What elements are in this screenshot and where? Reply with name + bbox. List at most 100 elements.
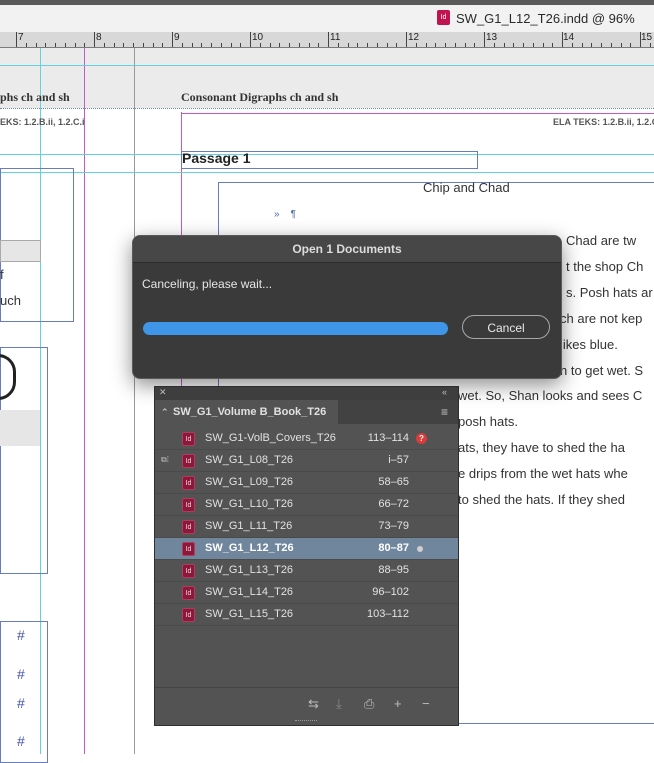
open-documents-dialog: Open 1 Documents Canceling, please wait.… [132,235,562,379]
document-page-range: 103–112 [366,608,409,620]
ruler-tick [474,43,476,47]
ruler-tick [308,43,310,47]
add-document-icon[interactable]: + [394,696,402,711]
story-line[interactable]: ats, they have to shed the ha [458,440,625,455]
document-page-range: 58–65 [378,476,409,488]
story-line[interactable]: posh hats. [458,414,518,429]
indesign-document-icon: Id [182,542,195,556]
book-document-row[interactable]: Id SW_G1_L09_T26 58–65 [155,472,458,494]
story-line[interactable]: t the shop Ch [566,259,643,274]
ruler-tick [493,43,495,47]
ruler-label: 15 [641,32,653,43]
close-icon[interactable]: ✕ [159,387,167,398]
document-name: SW_G1_L09_T26 [205,476,294,488]
story-title[interactable]: Chip and Chad [423,180,510,195]
story-line[interactable]: likes blue. [560,337,618,352]
remove-document-icon[interactable]: − [422,696,430,711]
ruler-tick [230,43,232,47]
ruler-label: 7 [18,32,24,43]
left-table-header [0,240,41,262]
document-page-range: 88–95 [378,564,409,576]
left-page-heading[interactable]: phs ch and sh [0,90,70,105]
ruler-tick [152,43,154,47]
book-tab-label: SW_G1_Volume B_Book_T26 [173,406,327,418]
print-book-icon[interactable]: ⎙ [364,696,374,712]
ruler-label: 11 [330,32,341,43]
ruler-tick [562,32,563,47]
story-line[interactable]: n to get wet. S [560,363,643,378]
ruler-tick [113,43,115,47]
ruler-tick [406,32,407,47]
ruler-tick [640,32,641,47]
page-teks[interactable]: ELA TEKS: 1.2.B.ii, 1.2.C.i [553,117,654,127]
book-document-row[interactable]: Id SW_G1_L14_T26 96–102 [155,582,458,604]
book-document-row[interactable]: Id SW_G1_L13_T26 88–95 [155,560,458,582]
dialog-message: Canceling, please wait... [142,277,273,291]
ruler-tick [142,43,144,47]
story-line[interactable]: ch are not kep [560,311,642,326]
book-document-row[interactable]: Id SW_G1_L15_T26 103–112 [155,604,458,626]
ruler-label: 12 [408,32,420,43]
story-line[interactable]: Chad are tw [566,233,636,248]
left-page-teks[interactable]: EKS: 1.2.B.ii, 1.2.C.i [0,117,85,127]
book-document-row[interactable]: ⧉⁞ Id SW_G1_L08_T26 i–57 [155,450,458,472]
ruler-tick [435,43,437,47]
chevron-updown-icon: ⌃ [161,407,169,417]
ruler-tick [55,43,56,47]
story-line[interactable]: to shed the hats. If they shed [458,492,625,507]
table-hash-mark: # [17,627,25,643]
ruler-tick [250,32,251,47]
panel-menu-icon[interactable]: ≡ [441,405,448,419]
ruler-tick [318,43,320,47]
resize-grip-icon[interactable] [295,720,317,724]
book-document-row[interactable]: Id SW_G1-VolB_Covers_T26 113–114? [155,428,458,450]
ruler-tick [601,43,602,47]
indesign-document-icon: Id [182,432,195,446]
cancel-button[interactable]: Cancel [462,315,550,339]
ruler-tick [279,43,281,47]
ruler-tick [220,43,222,47]
document-page-range: 80–87 [378,542,409,554]
ruler-tick [376,43,378,47]
story-line[interactable]: s. Posh hats ar [566,285,653,300]
document-title: SW_G1_L12_T26.indd @ 96% [456,11,635,26]
synchronize-icon[interactable]: ⇆ [308,696,319,712]
save-book-icon[interactable]: ⤓ [336,696,342,712]
ruler-tick [445,43,446,47]
horizontal-ruler[interactable]: 7 8 9 10 11 12 13 14 15 [0,32,654,48]
document-name: SW_G1_L14_T26 [205,586,294,598]
page-heading[interactable]: Consonant Digraphs ch and sh [181,90,338,105]
document-page-range: 73–79 [378,520,409,532]
collapse-icon[interactable]: « [442,387,447,397]
ruler-tick [610,43,612,47]
ruler-tick [649,43,651,47]
progress-bar-fill [143,322,448,335]
book-document-row[interactable]: Id SW_G1_L11_T26 73–79 [155,516,458,538]
panel-title-bar[interactable]: ✕ « [155,387,458,400]
panel-footer: ⇆ ⤓ ⎙ + − [155,687,458,720]
book-tab[interactable]: ⌃ SW_G1_Volume B_Book_T26 [155,400,338,424]
style-source-icon: ⧉⁞ [161,455,169,464]
paragraph-marks: » ¶ [274,209,297,220]
ruler-tick [103,43,105,47]
table-hash-mark: # [17,733,25,749]
ruler-label: 8 [96,32,102,43]
left-table-cell[interactable]: f [0,267,4,282]
indesign-document-icon: Id [182,520,195,534]
document-name: SW_G1_L08_T26 [205,454,294,466]
ruler-tick [464,43,466,47]
ruler-tick [35,43,37,47]
progress-bar [143,322,448,335]
ruler-tick [484,32,485,47]
story-line[interactable]: wet. So, Shan looks and sees C [458,388,642,403]
document-name: SW_G1_L15_T26 [205,608,294,620]
passage-title[interactable]: Passage 1 [182,150,251,166]
ruler-tick [630,43,632,47]
story-line[interactable]: e drips from the wet hats whe [458,466,628,481]
book-document-row[interactable]: Id SW_G1_L10_T26 66–72 [155,494,458,516]
ruler-tick [503,43,505,47]
ruler-tick [357,43,359,47]
ruler-tick [64,43,66,47]
left-table-cell[interactable]: uch [0,293,21,308]
book-document-row[interactable]: Id SW_G1_L12_T26 80–87 [155,538,458,560]
